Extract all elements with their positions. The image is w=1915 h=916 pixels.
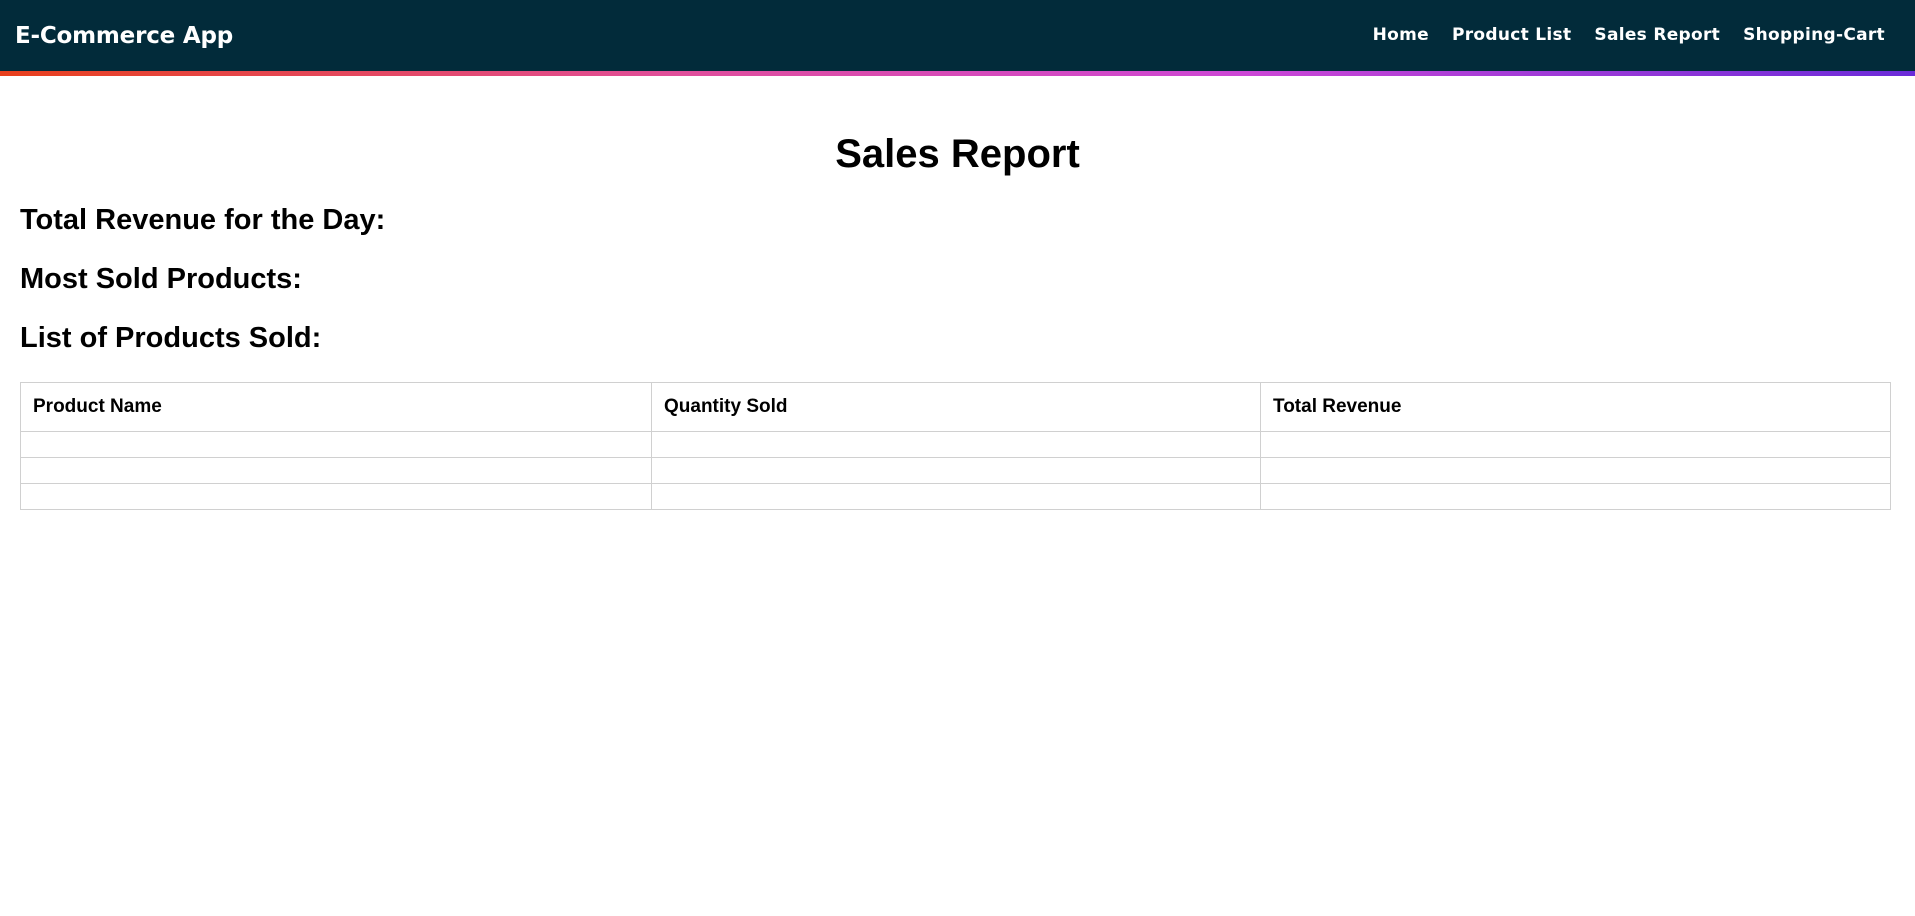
total-revenue-heading: Total Revenue for the Day:	[20, 204, 386, 236]
nav-link-home[interactable]: Home	[1373, 25, 1429, 45]
nav-link-sales-report[interactable]: Sales Report	[1594, 25, 1720, 45]
nav-links: Home Product List Sales Report Shopping-…	[1373, 25, 1885, 45]
column-header-total-revenue: Total Revenue	[1260, 382, 1891, 432]
table-cell	[651, 483, 1261, 510]
nav-link-shopping-cart[interactable]: Shopping-Cart	[1743, 25, 1885, 45]
table-cell	[20, 483, 652, 510]
column-header-quantity-sold: Quantity Sold	[651, 382, 1261, 432]
sales-table: Product Name Quantity Sold Total Revenue	[20, 382, 1891, 510]
table-cell	[651, 457, 1261, 484]
table-cell	[1260, 457, 1891, 484]
table-row	[20, 431, 1891, 458]
table-cell	[651, 431, 1261, 458]
table-cell	[20, 431, 652, 458]
brand-logo[interactable]: E-Commerce App	[15, 23, 233, 49]
navbar: E-Commerce App Home Product List Sales R…	[0, 0, 1915, 76]
table-cell	[1260, 431, 1891, 458]
page-title: Sales Report	[835, 132, 1080, 176]
most-sold-heading: Most Sold Products:	[20, 263, 302, 295]
products-sold-heading: List of Products Sold:	[20, 322, 322, 354]
table-cell	[20, 457, 652, 484]
table-cell	[1260, 483, 1891, 510]
column-header-product-name: Product Name	[20, 382, 652, 432]
table-header-row: Product Name Quantity Sold Total Revenue	[20, 382, 1891, 432]
table-row	[20, 457, 1891, 484]
main-content: Sales Report Total Revenue for the Day: …	[0, 130, 1915, 510]
nav-link-product-list[interactable]: Product List	[1452, 25, 1571, 45]
table-row	[20, 483, 1891, 510]
